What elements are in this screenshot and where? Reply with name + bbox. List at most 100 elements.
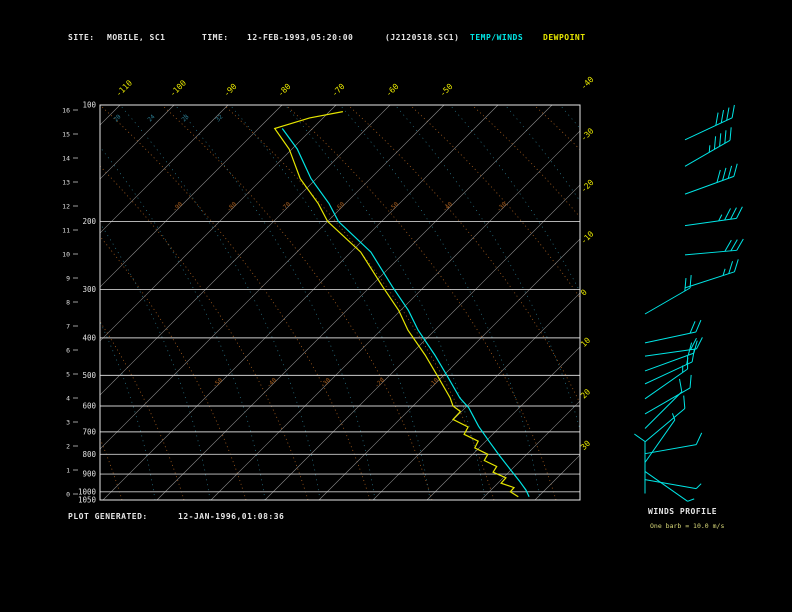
wind-barb-staff: [644, 287, 691, 315]
wind-barb-staff: [644, 479, 697, 490]
dry-adiabat-line: [100, 105, 371, 500]
wind-barb-full: [736, 206, 743, 219]
isotherm-line: [156, 105, 553, 500]
wind-barb-full: [695, 432, 703, 445]
isotherm-line: [534, 454, 580, 500]
dewpoint-trace: [273, 111, 519, 498]
axis-tick-label: 2: [66, 443, 70, 451]
moist-adiabat-line: [615, 105, 792, 500]
wind-barb-half: [708, 145, 711, 153]
axis-tick-label: 15: [62, 131, 70, 139]
wind-barb-half: [718, 214, 723, 222]
isotherm-line: [100, 105, 391, 396]
axis-tick-label: -10: [579, 229, 596, 246]
wind-barb-full: [679, 378, 683, 392]
moist-adiabat-line: [174, 105, 376, 500]
axis-tick-label: 400: [82, 333, 96, 342]
axis-tick-label: -20: [373, 377, 386, 390]
wind-barb-full: [716, 169, 721, 183]
wind-barb-full: [724, 208, 731, 221]
plot-generated-label: PLOT GENERATED:: [68, 512, 148, 521]
wind-barb-full: [695, 319, 702, 333]
wind-barb-staff: [684, 271, 735, 289]
moist-adiabat-line: [504, 105, 580, 202]
axis-tick-label: 0: [66, 491, 70, 499]
isotherm-line: [264, 184, 580, 500]
dry-adiabat-line: [285, 105, 557, 500]
dry-adiabat-line: [0, 105, 60, 500]
wind-barb-staff: [644, 331, 696, 344]
axis-tick-label: 30: [579, 439, 592, 452]
wind-barb-full: [634, 433, 646, 442]
moist-adiabat-line: [449, 105, 580, 293]
axis-tick-label: -110: [114, 78, 134, 98]
axis-tick-label: 3: [66, 419, 70, 427]
dry-adiabat-line: [100, 437, 123, 500]
axis-tick-label: -60: [333, 201, 346, 214]
moist-adiabat-line: [100, 320, 156, 500]
isotherm-line: [318, 238, 580, 500]
isotherm-line: [102, 105, 499, 500]
axis-tick-label: 5: [66, 371, 70, 379]
time-value: 12-FEB-1993,05:20:00: [247, 33, 354, 42]
axis-tick-label: 300: [82, 285, 96, 294]
wind-barb-staff: [684, 175, 735, 195]
plot-border: [99, 104, 581, 501]
wind-barb-full: [691, 349, 695, 362]
wind-barb-staff: [644, 391, 683, 429]
height-axis: 012345678910111213141516: [62, 107, 78, 499]
axis-tick-label: -50: [438, 82, 455, 99]
file-id: (J2120518.SC1): [385, 33, 460, 42]
wind-barb-staff: [644, 408, 686, 443]
axis-tick-label: -80: [276, 82, 293, 99]
isotherm-line: [589, 105, 792, 500]
wind-barb-staff: [644, 352, 695, 372]
dry-adiabat-line: [409, 105, 580, 299]
moist-adiabat-line: [100, 222, 211, 500]
dry-adiabat-line: [100, 320, 185, 500]
axis-tick-label: -50: [211, 377, 224, 390]
temperature-axis-right: -40 -30 -20 -10 0 10 20 30: [579, 75, 596, 452]
plot-generated-value: 12-JAN-1996,01:08:36: [178, 512, 285, 521]
dry-adiabat-line: [471, 105, 580, 218]
wind-barb-full: [731, 104, 735, 118]
axis-tick-label: -100: [168, 78, 188, 98]
axis-tick-label: -60: [384, 82, 401, 99]
wind-barb-full: [727, 165, 733, 179]
axis-tick-label: -30: [579, 126, 596, 143]
temperature-axis-top: -110 -100 -90 -80 -70 -60 -50: [114, 78, 455, 98]
winds-profile-title: WINDS PROFILE: [648, 507, 718, 516]
temperature-trace: [281, 128, 530, 498]
wind-barb-full: [696, 337, 703, 350]
wind-barb-full: [733, 259, 739, 272]
dry-adiabat-line: [658, 105, 792, 500]
skewt-screen: -90 -80 -70 -60 -50 -40 -30 -50 -40 -30 -20 -10 20 24…: [0, 0, 792, 612]
wind-barb-full: [724, 130, 727, 144]
axis-tick-label: -80: [225, 201, 238, 214]
wind-barb-full: [726, 107, 730, 121]
axis-tick-label: 10: [62, 251, 70, 259]
isotherm-line: [0, 105, 66, 500]
axis-tick-label: 20: [112, 113, 122, 123]
dry-adiabat-line: [100, 235, 247, 500]
moist-adiabat-line: [100, 146, 266, 500]
isotherm-line: [210, 130, 580, 500]
dry-adiabat-line: [347, 105, 580, 405]
axis-tick-label: 7: [66, 323, 70, 331]
isotherm-line: [100, 105, 121, 126]
axis-tick-label: -50: [387, 201, 400, 214]
time-label: TIME:: [202, 33, 229, 42]
axis-tick-label: 0: [579, 288, 589, 298]
axis-tick-label: -40: [265, 377, 278, 390]
axis-tick-label: 4: [66, 395, 70, 403]
dry-adiabat-line: [533, 105, 580, 151]
wind-barb-staff: [684, 217, 737, 227]
winds-profile-caption: One barb = 10.0 m/s: [650, 522, 725, 530]
isotherm-line: [100, 105, 229, 234]
isotherm-line: [100, 105, 445, 450]
axis-tick-label: -70: [330, 82, 347, 99]
moist-adiabat-line: [119, 105, 321, 500]
moist-adiabat-line: [100, 497, 101, 500]
plot-interior: [0, 105, 792, 500]
dry-adiabat-line: [161, 105, 433, 500]
